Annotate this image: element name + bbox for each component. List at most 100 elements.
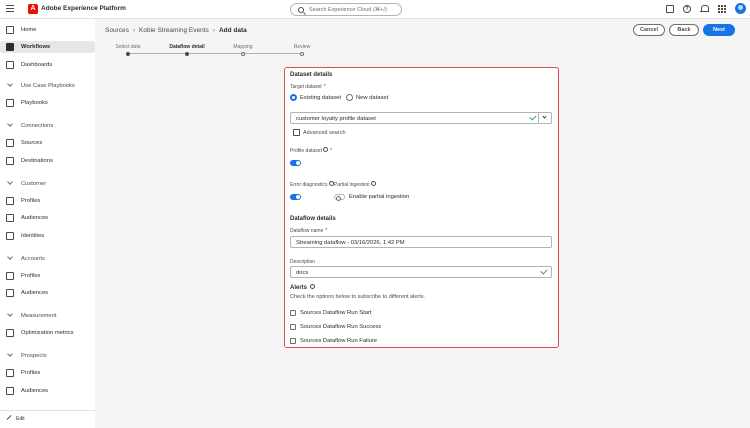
app-title[interactable]: Adobe Experience Platform — [41, 5, 126, 12]
new-dataset-label: New dataset — [356, 95, 389, 101]
apps-grid-icon[interactable] — [718, 5, 726, 13]
sidebar-item-optimization-metrics[interactable]: Optimization metrics — [0, 327, 95, 339]
step-review: Review — [272, 44, 332, 56]
alert-run-success-checkbox[interactable] — [290, 324, 296, 330]
alert-run-failure-label: Sources Dataflow Run Failure — [300, 338, 378, 344]
sidebar-item-home[interactable]: Home — [0, 24, 95, 36]
chevron-down-icon — [7, 351, 13, 357]
new-dataset-radio[interactable] — [346, 94, 353, 101]
chevron-down-icon — [7, 254, 13, 260]
search-placeholder: Search Experience Cloud (⌘+/) — [309, 7, 387, 13]
search-icon — [298, 7, 304, 13]
notifications-icon[interactable] — [700, 5, 709, 13]
profile-dataset-label: Profile dataset * — [290, 147, 332, 154]
sidebar-item-dashboards[interactable]: Dashboards — [0, 59, 95, 71]
profile-dataset-toggle[interactable] — [290, 160, 301, 166]
chevron-down-icon — [7, 81, 13, 87]
sidebar-item-customer-audiences[interactable]: Audiences — [0, 212, 95, 224]
back-button[interactable]: Back — [669, 24, 699, 36]
sidebar-edit-button[interactable]: Edit — [0, 410, 95, 428]
sidebar-section-measurement[interactable]: Measurement — [0, 310, 95, 322]
breadcrumb: Sources › Kobie Streaming Events › Add data — [105, 27, 247, 34]
description-label: Description — [290, 259, 316, 265]
description-input[interactable]: docs — [290, 266, 552, 278]
playbooks-icon — [6, 99, 14, 107]
target-dataset-picker[interactable]: customer loyalty profile dataset — [290, 112, 552, 124]
sidebar-item-accounts-profiles[interactable]: Profiles — [0, 270, 95, 282]
top-bar: A Adobe Experience Platform Search Exper… — [0, 0, 750, 19]
alert-run-success-label: Sources Dataflow Run Success — [300, 324, 382, 330]
workflows-icon — [6, 43, 14, 51]
search-input[interactable]: Search Experience Cloud (⌘+/) — [290, 3, 402, 16]
dataset-dropdown-button[interactable] — [538, 113, 551, 123]
step-mapping: Mapping — [213, 44, 273, 56]
avatar[interactable] — [735, 3, 746, 14]
profiles-icon — [6, 197, 14, 205]
account-profiles-icon — [6, 272, 14, 280]
error-diagnostics-toggle[interactable] — [290, 194, 301, 200]
sidebar-section-prospects[interactable]: Prospects — [0, 350, 95, 362]
alerts-help-text: Check the options below to subscribe to … — [290, 294, 426, 300]
destinations-icon — [6, 157, 14, 165]
alerts-heading: Alerts — [290, 284, 315, 291]
profiles-icon — [6, 369, 14, 377]
chevron-down-icon — [7, 311, 13, 317]
sidebar-item-customer-profiles[interactable]: Profiles — [0, 195, 95, 207]
dataflow-name-label: Dataflow name * — [290, 228, 328, 234]
sidebar: Home Workflows Dashboards Use Case Playb… — [0, 19, 95, 428]
partial-ingestion-label: Partial ingestion — [334, 181, 376, 188]
pencil-icon — [6, 415, 12, 420]
dashboards-icon — [6, 61, 14, 69]
sidebar-section-accounts[interactable]: Accounts — [0, 253, 95, 265]
alert-run-failure-checkbox[interactable] — [290, 338, 296, 344]
advanced-search-icon[interactable] — [293, 129, 300, 136]
chevron-down-icon — [7, 121, 13, 127]
existing-dataset-radio[interactable] — [290, 94, 297, 101]
dataflow-details-heading: Dataflow details — [290, 216, 336, 222]
step-dataflow-detail: Dataflow detail — [157, 44, 217, 56]
partial-ingestion-toggle-label: Enable partial ingestion — [349, 194, 410, 200]
sidebar-item-accounts-audiences[interactable]: Audiences — [0, 287, 95, 299]
sidebar-item-destinations[interactable]: Destinations — [0, 155, 95, 167]
sidebar-item-playbooks[interactable]: Playbooks — [0, 97, 95, 109]
dataset-details-heading: Dataset details — [290, 72, 333, 78]
home-icon — [6, 26, 14, 34]
next-button[interactable]: Next — [703, 24, 735, 36]
sidebar-item-sources[interactable]: Sources — [0, 137, 95, 149]
steps-track — [128, 53, 303, 54]
chevron-down-icon — [542, 114, 547, 119]
sources-icon — [6, 139, 14, 147]
menu-icon[interactable] — [6, 5, 14, 13]
breadcrumb-kobie[interactable]: Kobie Streaming Events — [139, 27, 209, 34]
step-marker — [241, 52, 245, 56]
error-diagnostics-label: Error diagnostics — [290, 181, 334, 188]
step-marker — [300, 52, 304, 56]
valid-check-icon — [529, 113, 537, 121]
advanced-search-link[interactable]: Advanced search — [303, 130, 346, 136]
target-dataset-value: customer loyalty profile dataset — [296, 115, 376, 122]
dataflow-name-input[interactable]: Streaming dataflow - 03/16/2026, 1:42 PM — [290, 236, 552, 248]
sidebar-section-customer[interactable]: Customer — [0, 178, 95, 190]
sidebar-item-identities[interactable]: Identities — [0, 230, 95, 242]
help-icon[interactable]: ? — [683, 5, 691, 13]
partial-ingestion-toggle[interactable] — [334, 194, 345, 201]
sidebar-section-use-case-playbooks[interactable]: Use Case Playbooks — [0, 80, 95, 92]
info-icon — [322, 147, 328, 153]
feedback-icon[interactable] — [666, 5, 674, 13]
sidebar-item-workflows[interactable]: Workflows — [0, 41, 95, 53]
step-select-data: Select data — [98, 44, 158, 56]
sidebar-section-connections[interactable]: Connections — [0, 120, 95, 132]
step-marker — [126, 52, 130, 56]
cancel-button[interactable]: Cancel — [633, 24, 665, 36]
breadcrumb-sources[interactable]: Sources — [105, 27, 129, 34]
metrics-icon — [6, 329, 14, 337]
breadcrumb-current: Add data — [218, 27, 247, 34]
alert-run-start-label: Sources Dataflow Run Start — [300, 310, 372, 316]
dataflow-detail-panel: Dataset details Target dataset * Existing… — [284, 67, 559, 348]
audiences-icon — [6, 289, 14, 297]
info-icon — [328, 181, 334, 187]
valid-check-icon — [540, 267, 548, 275]
sidebar-item-prospects-profiles[interactable]: Profiles — [0, 367, 95, 379]
sidebar-item-prospects-audiences[interactable]: Audiences — [0, 385, 95, 397]
alert-run-start-checkbox[interactable] — [290, 310, 296, 316]
